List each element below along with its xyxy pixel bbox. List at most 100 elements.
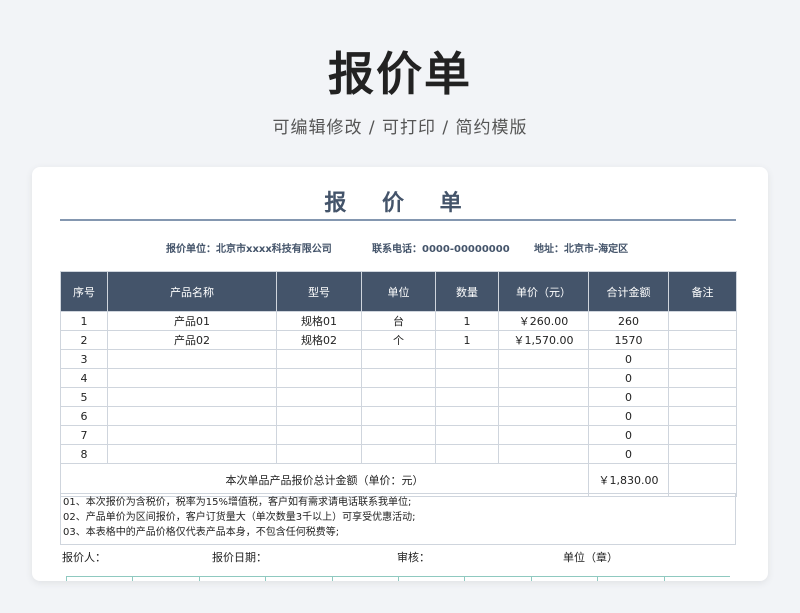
table-cell [435, 444, 499, 464]
notes-box: 01、本次报价为含税价，税率为15%增值税，客户如有需求请电话联系我单位; 02… [60, 493, 736, 545]
title-divider [60, 219, 736, 221]
table-cell [498, 406, 589, 426]
table-cell: 规格02 [276, 330, 362, 350]
table-cell [498, 387, 589, 407]
table-cell [107, 444, 277, 464]
contact-phone: 联系电话：0000-00000000 [372, 244, 510, 255]
table-cell: 1570 [588, 330, 669, 350]
table-cell [435, 349, 499, 369]
table-cell: 个 [361, 330, 436, 350]
table-cell: 0 [588, 425, 669, 445]
total-label: 本次单品产品报价总计金额（单价：元） [60, 463, 589, 497]
table-cell: 1 [435, 330, 499, 350]
table-cell: ￥260.00 [498, 311, 589, 331]
next-table-preview [66, 576, 730, 581]
total-row: 本次单品产品报价总计金额（单价：元） ￥1,830.00 [60, 463, 737, 497]
table-row: 40 [60, 368, 737, 388]
table-cell [107, 387, 277, 407]
table-cell [107, 425, 277, 445]
table-header-row: 序号 产品名称 型号 单位 数量 单价（元） 合计金额 备注 [60, 271, 737, 312]
table-row: 30 [60, 349, 737, 369]
quotation-card: 报 价 单 报价单位：北京市xxxx科技有限公司 联系电话：0000-00000… [32, 167, 768, 581]
document-title: 报 价 单 [324, 191, 476, 216]
table-cell: 产品01 [107, 311, 277, 331]
table-cell [361, 406, 436, 426]
table-cell: 1 [435, 311, 499, 331]
table-cell [668, 425, 737, 445]
table-cell [276, 425, 362, 445]
table-cell: 0 [588, 406, 669, 426]
table-row: 70 [60, 425, 737, 445]
quote-date-label: 报价日期： [212, 551, 267, 564]
table-cell [435, 406, 499, 426]
table-cell: 0 [588, 444, 669, 464]
table-cell [668, 311, 737, 331]
column-header: 产品名称 [107, 271, 277, 312]
column-header: 序号 [60, 271, 108, 312]
table-cell: 7 [60, 425, 108, 445]
unit-seal-label: 单位（章） [563, 551, 618, 564]
table-cell: 8 [60, 444, 108, 464]
table-cell [361, 387, 436, 407]
column-header: 数量 [435, 271, 499, 312]
table-cell [276, 349, 362, 369]
review-label: 审核： [397, 551, 430, 564]
table-cell [107, 368, 277, 388]
table-cell [498, 368, 589, 388]
note-line: 03、本表格中的产品价格仅代表产品本身，不包含任何税费等; [63, 527, 340, 538]
table-cell [668, 330, 737, 350]
table-cell [435, 387, 499, 407]
table-cell: 1 [60, 311, 108, 331]
table-cell [668, 349, 737, 369]
table-cell [498, 425, 589, 445]
table-cell: 0 [588, 349, 669, 369]
table-row: 50 [60, 387, 737, 407]
table-cell [435, 425, 499, 445]
table-cell: 4 [60, 368, 108, 388]
table-cell [107, 406, 277, 426]
table-cell [668, 387, 737, 407]
company-name: 报价单位：北京市xxxx科技有限公司 [166, 244, 332, 255]
table-cell: 产品02 [107, 330, 277, 350]
company-address: 地址：北京市-海定区 [534, 244, 629, 255]
total-amount: ￥1,830.00 [588, 463, 669, 497]
table-cell: 0 [588, 387, 669, 407]
table-row: 60 [60, 406, 737, 426]
note-line: 01、本次报价为含税价，税率为15%增值税，客户如有需求请电话联系我单位; [63, 497, 412, 508]
column-header: 合计金额 [588, 271, 669, 312]
table-cell: 台 [361, 311, 436, 331]
note-line: 02、产品单价为区间报价，客户订货量大（单次数量3千以上）可享受优惠活动; [63, 512, 416, 523]
column-header: 型号 [276, 271, 362, 312]
table-cell: 260 [588, 311, 669, 331]
table-cell [498, 444, 589, 464]
table-cell: ￥1,570.00 [498, 330, 589, 350]
table-cell [276, 368, 362, 388]
page-title: 报价单 [328, 47, 472, 101]
column-header: 单价（元） [498, 271, 589, 312]
table-cell: 2 [60, 330, 108, 350]
table-cell [276, 406, 362, 426]
table-row: 1 产品01 规格01 台 1 ￥260.00 260 [60, 311, 737, 331]
table-cell [107, 349, 277, 369]
table-cell [276, 444, 362, 464]
table-row: 80 [60, 444, 737, 464]
table-cell: 6 [60, 406, 108, 426]
table-cell: 0 [588, 368, 669, 388]
table-cell [435, 368, 499, 388]
page-subtitle: 可编辑修改 / 可打印 / 简约模版 [272, 118, 528, 138]
table-cell [361, 444, 436, 464]
table-row: 2 产品02 规格02 个 1 ￥1,570.00 1570 [60, 330, 737, 350]
column-header: 单位 [361, 271, 436, 312]
table-cell [361, 425, 436, 445]
table-cell: 规格01 [276, 311, 362, 331]
table-cell [361, 349, 436, 369]
table-cell: 3 [60, 349, 108, 369]
table-cell [361, 368, 436, 388]
quotation-table: 序号 产品名称 型号 单位 数量 单价（元） 合计金额 备注 1 产品01 规格01 台 1 ￥260.… [60, 271, 737, 497]
table-cell [668, 406, 737, 426]
quoter-label: 报价人： [62, 551, 106, 564]
table-cell [668, 444, 737, 464]
table-cell [668, 368, 737, 388]
table-cell: 5 [60, 387, 108, 407]
column-header: 备注 [668, 271, 737, 312]
